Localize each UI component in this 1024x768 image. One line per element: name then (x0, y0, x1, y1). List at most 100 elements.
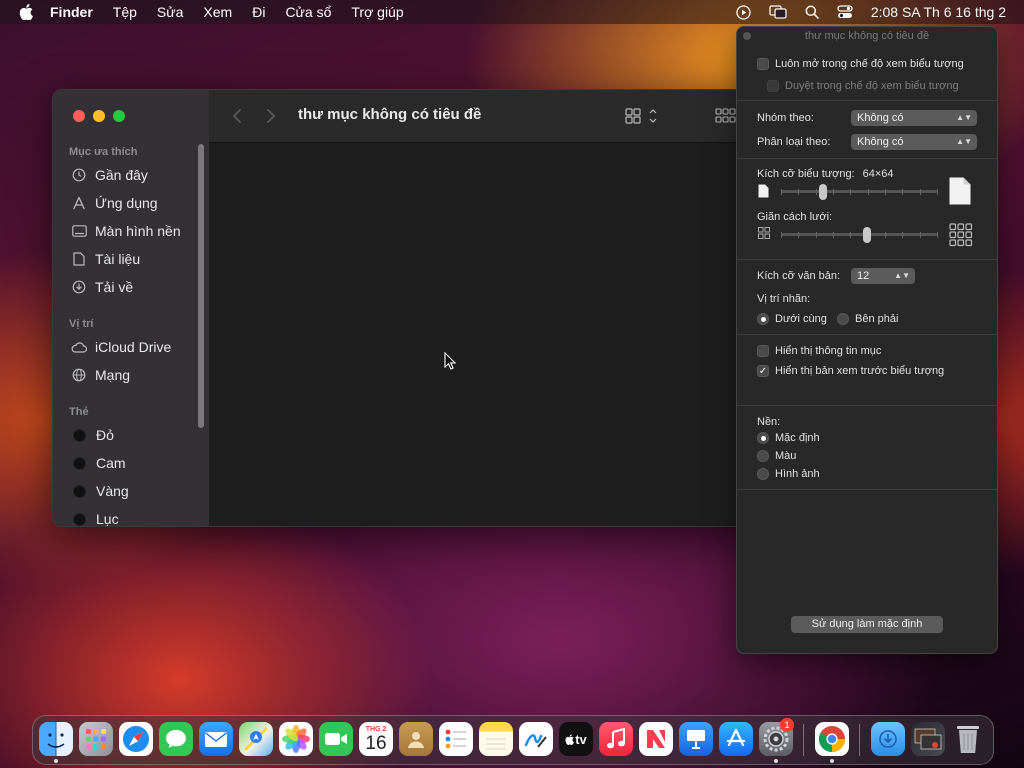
mail-icon[interactable] (199, 722, 233, 756)
minimize-button[interactable] (93, 110, 105, 122)
browse-label: Duyệt trong chế độ xem biểu tượng (785, 80, 959, 92)
bg-default-text: Mặc định (775, 432, 820, 444)
sort-by-popup[interactable]: Không có ▲▼ (851, 134, 977, 150)
menu-edit[interactable]: Sửa (157, 4, 184, 20)
sidebar-item-tag-orange[interactable]: Cam (71, 453, 126, 473)
slider-knob[interactable] (819, 184, 827, 200)
menu-bar: Finder Tệp Sửa Xem Đi Cửa sổ Trợ giúp 2:… (0, 0, 1024, 24)
bg-default-radio-row[interactable]: Mặc định (757, 430, 820, 446)
show-item-info-row[interactable]: Hiển thị thông tin mục (757, 343, 881, 359)
apple-tv-label: tv (575, 731, 587, 747)
label-right-radio[interactable] (837, 313, 849, 325)
maps-icon[interactable] (239, 722, 273, 756)
label-bottom-radio-row[interactable]: Dưới cùng (757, 311, 827, 327)
chrome-icon[interactable] (815, 722, 849, 756)
screen-mirroring-icon[interactable] (769, 5, 787, 19)
bg-color-radio-row[interactable]: Màu (757, 448, 796, 464)
running-indicator (830, 759, 834, 763)
finder-sidebar: Mục ưa thích Gần đây Ứng dụng Màn hình n… (53, 90, 210, 526)
menu-bar-clock[interactable]: 2:08 SA Th 6 16 thg 2 (871, 4, 1006, 20)
use-as-defaults-button[interactable]: Sử dụng làm mặc định (791, 616, 943, 633)
view-mode-button[interactable] (625, 107, 657, 125)
show-item-info-checkbox[interactable] (757, 345, 769, 357)
popup-arrows-icon: ▲▼ (956, 137, 972, 146)
apple-tv-icon[interactable]: tv (559, 722, 593, 756)
menu-go[interactable]: Đi (252, 4, 265, 20)
group-by-popup[interactable]: Không có ▲▼ (851, 110, 977, 126)
show-preview-row[interactable]: ✓ Hiển thị bản xem trước biểu tượng (757, 363, 944, 379)
menu-finder[interactable]: Finder (50, 4, 93, 20)
launchpad-icon[interactable] (79, 722, 113, 756)
label-right-radio-row[interactable]: Bên phải (837, 311, 898, 327)
notes-icon[interactable] (479, 722, 513, 756)
always-open-checkbox-row[interactable]: Luôn mở trong chế độ xem biểu tượng (757, 56, 964, 72)
music-icon[interactable] (599, 722, 633, 756)
freeform-icon[interactable] (519, 722, 553, 756)
calendar-icon[interactable]: THG 2 16 (359, 722, 393, 756)
menu-view[interactable]: Xem (203, 4, 232, 20)
downloads-folder-icon[interactable] (871, 722, 905, 756)
trash-icon[interactable] (951, 722, 985, 756)
safari-icon[interactable] (119, 722, 153, 756)
forward-button[interactable] (263, 107, 279, 125)
text-size-popup[interactable]: 12 ▲▼ (851, 268, 915, 284)
play-icon[interactable] (736, 4, 751, 20)
slider-tick (937, 189, 938, 195)
label-bottom-radio[interactable] (757, 313, 769, 325)
reminders-icon[interactable] (439, 722, 473, 756)
divider (737, 405, 997, 406)
icon-size-slider[interactable] (781, 184, 938, 200)
sidebar-item-tag-yellow[interactable]: Vàng (71, 481, 129, 501)
sidebar-item-label: Vàng (96, 483, 129, 499)
sidebar-item-downloads[interactable]: Tải về (71, 277, 133, 297)
slider-tick (850, 189, 851, 195)
sidebar-item-label: Lục (96, 511, 119, 527)
sidebar-item-label: Cam (96, 455, 126, 471)
finder-icon[interactable] (39, 722, 73, 756)
bg-picture-radio[interactable] (757, 468, 769, 480)
slider-tick (920, 189, 921, 195)
contacts-icon[interactable] (399, 722, 433, 756)
sidebar-item-icloud-drive[interactable]: iCloud Drive (71, 337, 171, 357)
dock-separator (859, 724, 860, 756)
sidebar-item-tag-green[interactable]: Lục (71, 509, 119, 527)
app-store-icon[interactable] (719, 722, 753, 756)
always-open-checkbox[interactable] (757, 58, 769, 70)
sidebar-item-desktop[interactable]: Màn hình nền (71, 221, 181, 241)
background-row: Nền: (757, 414, 780, 430)
back-button[interactable] (229, 107, 245, 125)
sidebar-item-documents[interactable]: Tài liệu (71, 249, 140, 269)
keynote-icon[interactable] (679, 722, 713, 756)
menu-file[interactable]: Tệp (113, 4, 137, 20)
group-view-icon[interactable] (715, 107, 737, 130)
close-button[interactable] (73, 110, 85, 122)
large-document-icon (949, 177, 971, 208)
bg-color-radio[interactable] (757, 450, 769, 462)
show-preview-checkbox[interactable]: ✓ (757, 365, 769, 377)
photos-icon[interactable] (279, 722, 313, 756)
always-open-label: Luôn mở trong chế độ xem biểu tượng (775, 58, 964, 70)
sidebar-item-tag-red[interactable]: Đỏ (71, 425, 114, 445)
grid-spacing-slider[interactable] (781, 227, 938, 243)
bg-default-radio[interactable] (757, 432, 769, 444)
sidebar-item-recents[interactable]: Gần đây (71, 165, 148, 185)
slider-knob[interactable] (863, 227, 871, 243)
screenshot-stack-icon[interactable] (911, 722, 945, 756)
folder-content-area[interactable] (209, 143, 753, 526)
search-icon[interactable] (805, 5, 819, 19)
bg-picture-radio-row[interactable]: Hình ảnh (757, 466, 820, 482)
menu-help[interactable]: Trợ giúp (351, 4, 403, 20)
apple-menu-icon[interactable] (16, 4, 36, 20)
facetime-icon[interactable] (319, 722, 353, 756)
sidebar-item-network[interactable]: Mạng (71, 365, 130, 385)
news-icon[interactable] (639, 722, 673, 756)
zoom-button[interactable] (113, 110, 125, 122)
tag-dot-icon (73, 428, 86, 442)
grid-spacing-row: Giãn cách lưới: (757, 209, 832, 225)
control-center-icon[interactable] (837, 5, 853, 19)
sidebar-item-applications[interactable]: Ứng dụng (71, 193, 158, 213)
sidebar-scrollbar[interactable] (198, 144, 204, 428)
group-by-value: Không có (857, 112, 904, 124)
menu-window[interactable]: Cửa sổ (285, 4, 331, 20)
messages-icon[interactable] (159, 722, 193, 756)
